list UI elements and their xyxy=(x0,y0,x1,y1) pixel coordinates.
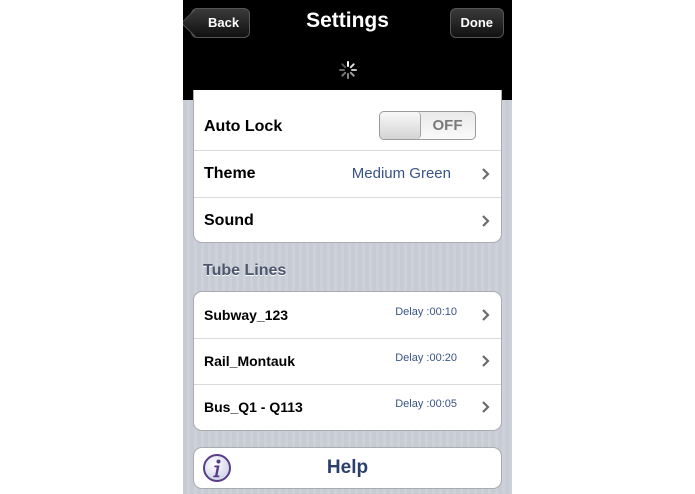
chevron-right-icon xyxy=(482,355,490,367)
chevron-right-icon xyxy=(482,215,490,227)
list-item[interactable]: Bus_Q1 - Q113 Delay :00:05 xyxy=(194,384,501,430)
chevron-right-icon xyxy=(482,401,490,413)
tube-line-delay: Delay :00:10 xyxy=(395,306,457,318)
settings-screen: Back Settings Done Auto Lock OFF Theme M… xyxy=(183,0,512,494)
tube-line-name: Bus_Q1 - Q113 xyxy=(204,399,303,415)
done-button[interactable]: Done xyxy=(449,8,504,38)
tube-line-name: Subway_123 xyxy=(204,307,289,323)
chevron-right-icon xyxy=(482,168,490,180)
back-button-label: Back xyxy=(208,15,240,30)
activity-spinner-icon xyxy=(339,61,357,79)
theme-label: Theme xyxy=(204,165,256,182)
toggle-state-text: OFF xyxy=(432,117,463,134)
tube-line-delay: Delay :00:05 xyxy=(395,398,457,410)
list-item[interactable]: Rail_Montauk Delay :00:20 xyxy=(194,338,501,385)
tube-lines-list: Subway_123 Delay :00:10 Rail_Montauk Del… xyxy=(193,291,502,431)
theme-row[interactable]: Theme Medium Green xyxy=(194,151,501,198)
list-item[interactable]: Subway_123 Delay :00:10 xyxy=(194,292,501,339)
toggle-knob[interactable] xyxy=(380,112,421,139)
navigation-bar: Back Settings Done xyxy=(183,0,512,100)
auto-lock-label: Auto Lock xyxy=(204,118,283,135)
sound-row[interactable]: Sound xyxy=(194,198,501,242)
tube-lines-header: Tube Lines xyxy=(203,262,287,279)
auto-lock-toggle[interactable]: OFF xyxy=(379,111,476,140)
theme-value: Medium Green xyxy=(351,165,451,182)
sound-label: Sound xyxy=(204,212,254,229)
chevron-right-icon xyxy=(482,309,490,321)
tube-line-delay: Delay :00:20 xyxy=(395,352,457,364)
settings-group: Auto Lock OFF Theme Medium Green Sound xyxy=(193,90,502,243)
auto-lock-row: Auto Lock OFF xyxy=(194,104,501,151)
tube-line-name: Rail_Montauk xyxy=(204,353,296,369)
help-label: Help xyxy=(326,457,369,478)
help-button[interactable]: Help xyxy=(193,447,502,489)
